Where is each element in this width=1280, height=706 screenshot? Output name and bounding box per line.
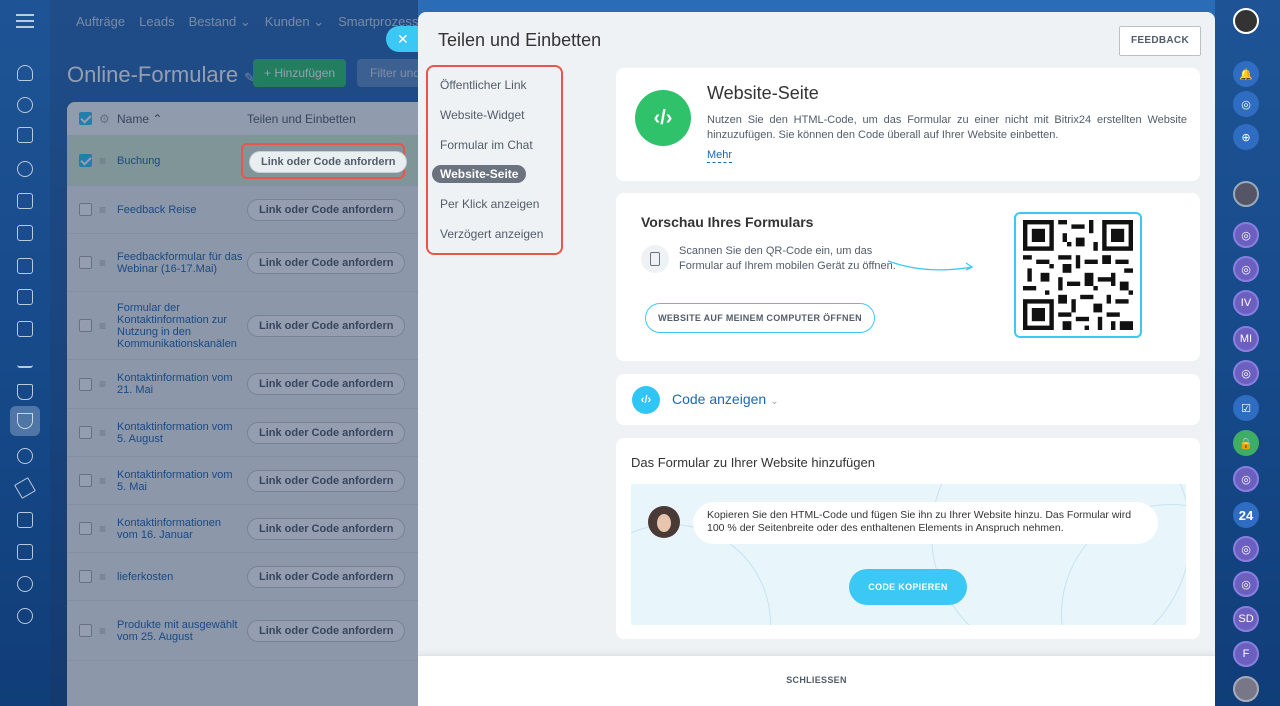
sign-icon[interactable]: [14, 477, 36, 499]
chat-icon[interactable]: ◎: [1233, 222, 1259, 248]
instruction-message: Kopieren Sie den HTML-Code und fügen Sie…: [693, 502, 1158, 544]
bitrix24-badge[interactable]: 24: [1233, 502, 1259, 528]
preview-title: Vorschau Ihres Formulars: [641, 214, 814, 230]
tasks-icon[interactable]: ☑: [1233, 395, 1259, 421]
user-avatar[interactable]: [1233, 8, 1259, 34]
menu-item-public-link[interactable]: Öffentlicher Link: [428, 71, 561, 101]
code-icon: ‹/›: [635, 90, 691, 146]
phone-icon: [641, 245, 669, 273]
menu-item-label: Website-Seite: [432, 165, 527, 184]
documents-icon[interactable]: [17, 127, 33, 143]
panel-title: Teilen und Einbetten: [438, 30, 602, 50]
left-navigation-rail: [0, 0, 50, 706]
menu-item-label: Website-Widget: [440, 107, 525, 122]
calendar-icon[interactable]: [17, 289, 33, 305]
menu-item-show-on-click[interactable]: Per Klick anzeigen: [428, 190, 561, 220]
automation-icon[interactable]: [17, 448, 33, 464]
menu-item-label: Verzögert anzeigen: [440, 226, 544, 241]
contact-initials[interactable]: MI: [1233, 326, 1259, 352]
chat-icon[interactable]: ◎: [1233, 536, 1259, 562]
contacts-icon[interactable]: [17, 161, 33, 177]
add-to-website-card: Das Formular zu Ihrer Website hinzufügen…: [616, 438, 1200, 639]
menu-item-website-page[interactable]: Website-Seite: [428, 160, 561, 190]
copy-code-button[interactable]: CODE KOPIEREN: [849, 569, 967, 605]
menu-item-label: Per Klick anzeigen: [440, 197, 540, 212]
contact-initials[interactable]: IV: [1233, 290, 1259, 316]
sites-icon[interactable]: [17, 258, 33, 274]
close-button[interactable]: SCHLIESSEN: [418, 675, 1215, 685]
card-description: Nutzen Sie den HTML-Code, um das Formula…: [707, 114, 1187, 141]
home-icon[interactable]: [17, 65, 33, 81]
more-link[interactable]: Mehr: [707, 149, 733, 163]
menu-item-delayed[interactable]: Verzögert anzeigen: [428, 220, 561, 250]
crm-icon[interactable]: [17, 225, 33, 241]
search-icon[interactable]: ⊕: [1233, 124, 1259, 150]
preview-card: Vorschau Ihres Formulars Scannen Sie den…: [616, 193, 1200, 361]
filter-icon[interactable]: [17, 413, 33, 429]
lock-icon[interactable]: 🔒: [1233, 430, 1259, 456]
qr-code[interactable]: [1014, 212, 1142, 338]
panel-footer: SCHLIESSEN: [418, 655, 1215, 706]
chat-icon[interactable]: ◎: [1233, 360, 1259, 386]
contact-avatar[interactable]: [1233, 676, 1259, 702]
get-link-button[interactable]: Link oder Code anfordern: [249, 151, 408, 173]
chat-icon[interactable]: ◎: [1233, 571, 1259, 597]
feedback-button[interactable]: FEEDBACK: [1119, 26, 1201, 56]
show-code-toggle[interactable]: Code anzeigen ⌄: [672, 391, 779, 407]
messages-icon[interactable]: [17, 544, 33, 560]
show-code-card[interactable]: ‹/› Code anzeigen ⌄: [616, 374, 1200, 425]
share-embed-panel: Teilen und Einbetten FEEDBACK Öffentlich…: [418, 12, 1215, 706]
add-title: Das Formular zu Ihrer Website hinzufügen: [631, 455, 875, 470]
instruction-area: Kopieren Sie den HTML-Code und fügen Sie…: [631, 484, 1186, 625]
contact-initials[interactable]: F: [1233, 641, 1259, 667]
chevron-down-icon: ⌄: [770, 396, 779, 407]
embed-type-menu: Öffentlicher Link Website-Widget Formula…: [426, 65, 563, 255]
qr-code-image: [1023, 220, 1133, 330]
file-icon[interactable]: [17, 193, 33, 209]
settings-icon[interactable]: [17, 608, 33, 624]
close-panel-icon[interactable]: ✕: [386, 26, 418, 52]
code-icon: ‹/›: [632, 386, 660, 414]
show-code-label: Code anzeigen: [672, 391, 767, 407]
chat-icon[interactable]: ◎: [1233, 466, 1259, 492]
inventory-icon[interactable]: [17, 512, 33, 528]
checklist-icon[interactable]: [17, 321, 33, 337]
assistant-avatar: [648, 506, 680, 538]
contact-avatar[interactable]: [1233, 181, 1259, 207]
notifications-icon[interactable]: 🔔: [1233, 61, 1259, 87]
card-title: Website-Seite: [707, 83, 819, 103]
menu-item-chat-form[interactable]: Formular im Chat: [428, 131, 561, 161]
contact-initials[interactable]: SD: [1233, 606, 1259, 632]
menu-item-website-widget[interactable]: Website-Widget: [428, 101, 561, 131]
copilot-icon[interactable]: ◎: [1233, 91, 1259, 117]
menu-item-label: Öffentlicher Link: [440, 78, 527, 92]
chat-icon[interactable]: ◎: [1233, 256, 1259, 282]
employees-icon[interactable]: [17, 576, 33, 592]
menu-icon[interactable]: [16, 14, 34, 32]
preview-hint: Scannen Sie den QR-Code ein, um das Form…: [679, 245, 896, 272]
right-rail: 🔔 ◎ ⊕ ◎ ◎ IV MI ◎ ☑ 🔒 ◎ 24 ◎ ◎ SD F: [1215, 0, 1280, 706]
website-page-card: ‹/› Website-Seite Nutzen Sie den HTML-Co…: [616, 68, 1200, 181]
menu-item-label: Formular im Chat: [440, 137, 533, 152]
cart-icon[interactable]: [17, 384, 33, 400]
open-website-button[interactable]: WEBSITE AUF MEINEM COMPUTER ÖFFNEN: [645, 303, 875, 333]
tasks-icon[interactable]: [17, 97, 33, 113]
modal-overlay: [50, 0, 418, 706]
analytics-icon[interactable]: [17, 352, 33, 368]
arrow-icon: [887, 260, 974, 271]
